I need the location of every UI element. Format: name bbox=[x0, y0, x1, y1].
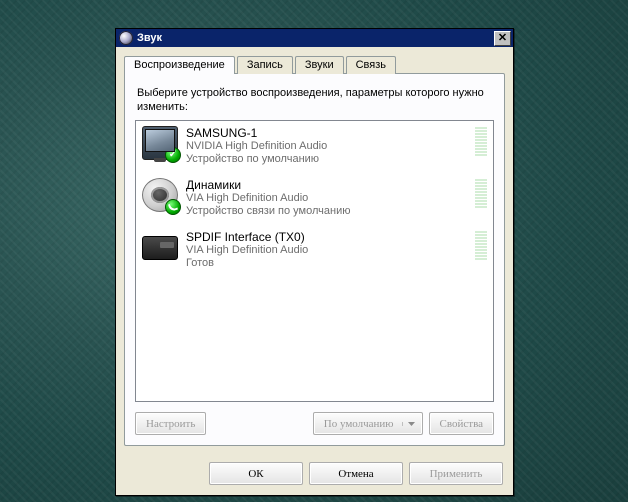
tab-playback[interactable]: Воспроизведение bbox=[124, 56, 235, 74]
device-driver: VIA High Definition Audio bbox=[186, 192, 471, 205]
speaker-icon bbox=[142, 178, 178, 212]
device-driver: NVIDIA High Definition Audio bbox=[186, 140, 471, 153]
level-meter bbox=[475, 126, 487, 156]
device-status: Готов bbox=[186, 257, 471, 270]
set-default-label: По умолчанию bbox=[324, 418, 394, 430]
comm-badge-icon bbox=[165, 199, 181, 215]
device-text: SAMSUNG-1 NVIDIA High Definition Audio У… bbox=[186, 126, 471, 166]
spdif-icon bbox=[142, 230, 178, 264]
tab-panel-playback: Выберите устройство воспроизведения, пар… bbox=[124, 73, 505, 446]
monitor-icon bbox=[142, 126, 178, 160]
device-item[interactable]: SPDIF Interface (TX0) VIA High Definitio… bbox=[136, 225, 493, 277]
dialog-button-row: ОК Отмена Применить bbox=[116, 454, 513, 495]
level-meter bbox=[475, 178, 487, 208]
ok-button[interactable]: ОК bbox=[209, 462, 303, 485]
window-title: Звук bbox=[137, 32, 494, 44]
sound-dialog: Звук ✕ Воспроизведение Запись Звуки Связ… bbox=[115, 28, 514, 496]
panel-button-row: Настроить По умолчанию Свойства bbox=[135, 412, 494, 435]
set-default-button[interactable]: По умолчанию bbox=[313, 412, 423, 435]
device-text: SPDIF Interface (TX0) VIA High Definitio… bbox=[186, 230, 471, 270]
tabstrip: Воспроизведение Запись Звуки Связь bbox=[124, 56, 505, 74]
device-list[interactable]: SAMSUNG-1 NVIDIA High Definition Audio У… bbox=[135, 120, 494, 402]
device-status: Устройство связи по умолчанию bbox=[186, 205, 471, 218]
device-item[interactable]: SAMSUNG-1 NVIDIA High Definition Audio У… bbox=[136, 121, 493, 173]
titlebar[interactable]: Звук ✕ bbox=[116, 29, 513, 47]
configure-button[interactable]: Настроить bbox=[135, 412, 206, 435]
properties-button[interactable]: Свойства bbox=[429, 412, 494, 435]
device-driver: VIA High Definition Audio bbox=[186, 244, 471, 257]
instructions-text: Выберите устройство воспроизведения, пар… bbox=[137, 86, 492, 114]
device-name: Динамики bbox=[186, 178, 471, 192]
tab-sounds[interactable]: Звуки bbox=[295, 56, 344, 74]
tab-communications[interactable]: Связь bbox=[346, 56, 396, 74]
dialog-body: Воспроизведение Запись Звуки Связь Выбер… bbox=[116, 47, 513, 454]
device-name: SAMSUNG-1 bbox=[186, 126, 471, 140]
device-name: SPDIF Interface (TX0) bbox=[186, 230, 471, 244]
cancel-button[interactable]: Отмена bbox=[309, 462, 403, 485]
sound-icon bbox=[119, 31, 133, 45]
close-button[interactable]: ✕ bbox=[494, 31, 511, 46]
device-text: Динамики VIA High Definition Audio Устро… bbox=[186, 178, 471, 218]
default-badge-icon bbox=[165, 147, 181, 163]
tab-recording[interactable]: Запись bbox=[237, 56, 293, 74]
level-meter bbox=[475, 230, 487, 260]
chevron-down-icon[interactable] bbox=[402, 422, 418, 426]
device-item[interactable]: Динамики VIA High Definition Audio Устро… bbox=[136, 173, 493, 225]
device-status: Устройство по умолчанию bbox=[186, 153, 471, 166]
apply-button[interactable]: Применить bbox=[409, 462, 503, 485]
